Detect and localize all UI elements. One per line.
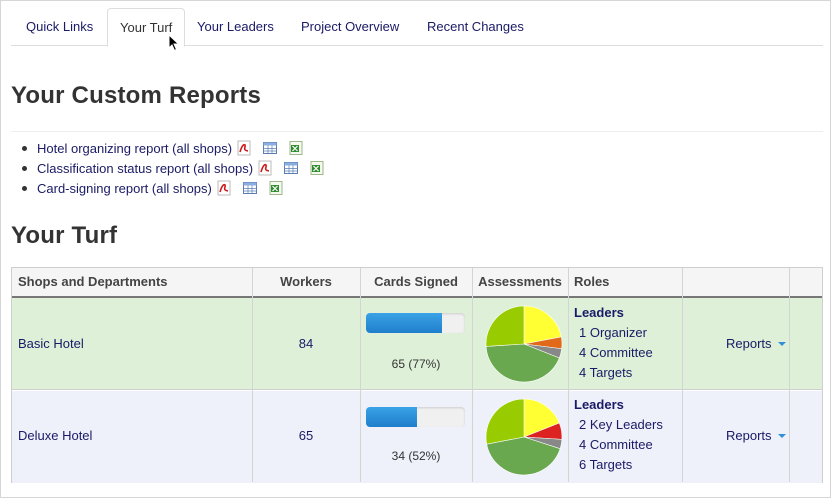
shop-name-link[interactable]: Deluxe Hotel xyxy=(18,428,92,443)
roles-leaders-link[interactable]: Leaders xyxy=(574,303,653,323)
column-header-workers: Workers xyxy=(280,274,332,289)
report-link-card-signing[interactable]: Card-signing report (all shops) xyxy=(37,181,212,196)
tab-bar: Quick Links Your Turf Your Leaders Proje… xyxy=(11,8,823,47)
role-organizer-link[interactable]: 1 Organizer xyxy=(574,323,653,343)
custom-reports-heading: Your Custom Reports xyxy=(11,82,262,109)
column-divider xyxy=(682,268,683,482)
custom-reports-list: Hotel organizing report (all shops) Clas… xyxy=(22,138,325,198)
excel-icon[interactable] xyxy=(309,160,325,176)
report-link-classification-status[interactable]: Classification status report (all shops) xyxy=(37,161,253,176)
column-divider xyxy=(360,268,361,482)
assessments-pie-chart[interactable] xyxy=(484,304,564,384)
column-divider xyxy=(472,268,473,482)
bullet xyxy=(22,165,27,171)
table-row: Deluxe Hotel 65 34 (52%) Leaders 2 Key L… xyxy=(12,391,822,483)
reports-dropdown-label: Reports xyxy=(726,336,772,351)
list-item: Hotel organizing report (all shops) xyxy=(22,138,325,158)
pdf-icon[interactable] xyxy=(257,160,273,176)
pie-slice xyxy=(485,305,525,347)
list-item: Card-signing report (all shops) xyxy=(22,178,325,198)
column-header-assessments: Assessments xyxy=(478,274,562,289)
excel-icon[interactable] xyxy=(288,140,304,156)
cards-progress-bar xyxy=(366,313,465,333)
excel-icon[interactable] xyxy=(268,180,284,196)
role-committee-link[interactable]: 4 Committee xyxy=(574,343,653,363)
role-committee-link[interactable]: 4 Committee xyxy=(574,435,663,455)
cards-signed-text: 34 (52%) xyxy=(391,449,441,463)
tab-recent-changes[interactable]: Recent Changes xyxy=(415,8,536,46)
bullet xyxy=(22,145,27,151)
workers-count-link[interactable]: 84 xyxy=(252,336,360,351)
workers-count-link[interactable]: 65 xyxy=(252,428,360,443)
list-item: Classification status report (all shops) xyxy=(22,158,325,178)
mouse-cursor-icon xyxy=(168,34,180,52)
turf-table: Shops and Departments Workers Cards Sign… xyxy=(11,267,823,483)
tab-project-overview[interactable]: Project Overview xyxy=(289,8,411,46)
turf-heading: Your Turf xyxy=(11,222,118,249)
table-header: Shops and Departments Workers Cards Sign… xyxy=(12,268,822,298)
role-targets-link[interactable]: 6 Targets xyxy=(574,455,663,475)
cards-signed-text: 65 (77%) xyxy=(391,357,441,371)
role-key-leaders-link[interactable]: 2 Key Leaders xyxy=(574,415,663,435)
table-icon[interactable] xyxy=(283,160,299,176)
column-header-roles: Roles xyxy=(574,274,610,289)
roles-list: Leaders 2 Key Leaders 4 Committee 6 Targ… xyxy=(574,395,663,475)
reports-dropdown-button[interactable]: Reports xyxy=(726,428,786,443)
caret-down-icon xyxy=(777,341,786,346)
reports-dropdown-label: Reports xyxy=(726,428,772,443)
role-targets-link[interactable]: 4 Targets xyxy=(574,363,653,383)
caret-down-icon xyxy=(777,433,786,438)
tab-quick-links[interactable]: Quick Links xyxy=(14,8,105,46)
roles-leaders-link[interactable]: Leaders xyxy=(574,395,663,415)
pie-slice xyxy=(485,398,525,445)
column-header-cards: Cards Signed xyxy=(374,274,458,289)
progress-fill xyxy=(366,407,418,427)
column-divider xyxy=(252,268,253,482)
table-icon[interactable] xyxy=(242,180,258,196)
assessments-pie-chart[interactable] xyxy=(484,397,564,477)
roles-list: Leaders 1 Organizer 4 Committee 4 Target… xyxy=(574,303,653,383)
shop-name-link[interactable]: Basic Hotel xyxy=(18,336,84,351)
table-row: Basic Hotel 84 65 (77%) Leaders 1 Organi… xyxy=(12,298,822,390)
divider xyxy=(11,131,823,132)
reports-dropdown-button[interactable]: Reports xyxy=(726,336,786,351)
tab-your-leaders[interactable]: Your Leaders xyxy=(185,8,286,46)
column-divider xyxy=(568,268,569,482)
progress-fill xyxy=(366,313,443,333)
bullet xyxy=(22,185,27,191)
cards-progress-bar xyxy=(366,407,465,427)
pdf-icon[interactable] xyxy=(236,140,252,156)
table-icon[interactable] xyxy=(262,140,278,156)
column-header-shops: Shops and Departments xyxy=(18,274,168,289)
report-link-hotel-organizing[interactable]: Hotel organizing report (all shops) xyxy=(37,141,232,156)
pdf-icon[interactable] xyxy=(216,180,232,196)
column-divider xyxy=(789,268,790,482)
